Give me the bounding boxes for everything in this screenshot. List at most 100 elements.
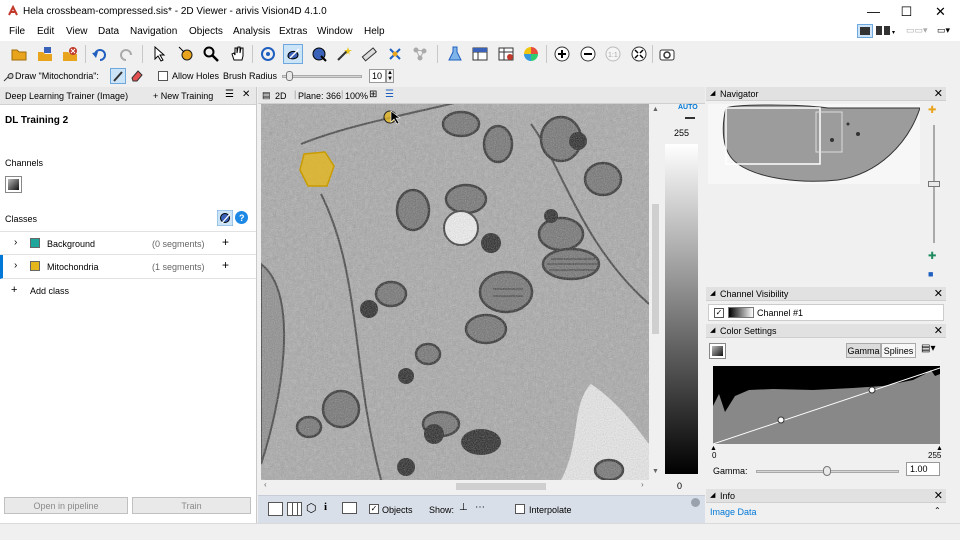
menu-analysis[interactable]: Analysis	[233, 26, 270, 37]
menu-file[interactable]: File	[9, 26, 25, 37]
view-single-icon[interactable]	[268, 502, 283, 516]
expand-chevron-icon[interactable]: ›	[14, 260, 17, 271]
viewer-horizontal-scrollbar[interactable]: ‹ ›	[261, 480, 649, 493]
menu-edit[interactable]: Edit	[37, 26, 54, 37]
brush-radius-input[interactable]: 10	[369, 69, 386, 83]
show-objects-icon[interactable]: ⊥	[459, 502, 468, 513]
right-panel-scrollbar[interactable]	[947, 87, 960, 523]
brush-mode-icon[interactable]	[110, 68, 126, 84]
mitochondria-annotation[interactable]	[299, 151, 335, 187]
class-color-swatch[interactable]	[30, 261, 40, 271]
navigator-zoom-in-icon[interactable]: ✚	[928, 105, 936, 116]
minimize-button[interactable]: —	[857, 0, 890, 23]
menu-objects[interactable]: Objects	[189, 26, 223, 37]
train-button[interactable]: Train	[132, 497, 251, 514]
new-training-button[interactable]: + New Training	[153, 91, 213, 101]
histogram-curve[interactable]	[713, 366, 940, 444]
add-segment-icon[interactable]: +	[222, 258, 229, 272]
auto-contrast-button[interactable]: AUTO	[678, 104, 698, 111]
channel-visibility-close-icon[interactable]: ✕	[934, 287, 943, 300]
em-image-canvas[interactable]	[261, 104, 649, 480]
layout-single-icon[interactable]	[857, 24, 873, 38]
plane-indicator[interactable]: Plane: 366	[298, 91, 341, 101]
layout-split-icon[interactable]: ▾	[876, 25, 898, 37]
view-3d-icon[interactable]: ⬡	[306, 501, 316, 515]
objects-checkbox[interactable]: ✓	[369, 504, 379, 514]
intensity-gradient-bar[interactable]	[665, 144, 698, 474]
zoom-icon[interactable]	[201, 44, 221, 64]
draw-brush-icon[interactable]	[283, 44, 303, 64]
layout-grid-icon[interactable]: ▭▭▾	[906, 25, 928, 37]
viewer-vertical-scrollbar[interactable]: ▲ ▼	[649, 104, 662, 480]
color-settings-close-icon[interactable]: ✕	[934, 324, 943, 337]
channel-visibility-header[interactable]: ◢ Channel Visibility ✕	[706, 287, 946, 301]
channel-row[interactable]: ✓ Channel #1	[708, 304, 944, 321]
magic-wand-icon[interactable]	[334, 44, 354, 64]
menu-window[interactable]: Window	[317, 26, 353, 37]
expand-chevron-icon[interactable]: ›	[14, 237, 17, 248]
info-expand-icon[interactable]: ⌃	[934, 506, 941, 515]
info-close-icon[interactable]: ✕	[934, 489, 943, 502]
color-settings-header[interactable]: ◢ Color Settings ✕	[706, 324, 946, 338]
add-class-label[interactable]: Add class	[30, 286, 69, 296]
channel-thumbnail[interactable]	[5, 176, 22, 193]
navigator-header[interactable]: ◢ Navigator ✕	[706, 87, 946, 101]
collapse-icon[interactable]: ◢	[710, 491, 715, 499]
maximize-button[interactable]: ☐	[890, 0, 923, 23]
panel-close-icon[interactable]: ✕	[242, 89, 250, 100]
contrast-icon[interactable]	[685, 114, 695, 123]
redo-icon[interactable]	[116, 44, 136, 64]
menu-navigation[interactable]: Navigation	[130, 26, 177, 37]
color-settings-menu-icon[interactable]: ▤▾	[921, 343, 935, 354]
class-row-background[interactable]: › Background (0 segments) +	[0, 231, 256, 255]
channel-visibility-checkbox[interactable]: ✓	[714, 308, 724, 318]
pointer-icon[interactable]	[150, 44, 170, 64]
class-color-swatch[interactable]	[30, 238, 40, 248]
menu-help[interactable]: Help	[364, 26, 385, 37]
navigator-zoom-thumb[interactable]	[928, 181, 940, 187]
close-button[interactable]: ✕	[924, 0, 957, 23]
grid-icon[interactable]: ⊞	[369, 89, 377, 100]
network-icon[interactable]	[410, 44, 430, 64]
view-mode-icon[interactable]: ▤	[262, 90, 271, 101]
info-icon[interactable]: i	[324, 501, 327, 513]
brush-radius-spinner[interactable]: ▲ ▼	[386, 69, 394, 83]
zoom-one-to-one-icon[interactable]: 1:1	[603, 44, 623, 64]
zoom-in-icon[interactable]	[552, 44, 572, 64]
menu-view[interactable]: View	[66, 26, 88, 37]
menu-data[interactable]: Data	[98, 26, 119, 37]
collapse-icon[interactable]: ◢	[710, 326, 715, 334]
monitor-icon[interactable]	[342, 502, 357, 514]
screenshot-camera-icon[interactable]	[657, 44, 677, 64]
class-row-mitochondria[interactable]: › Mitochondria (1 segments) +	[0, 255, 256, 279]
collapse-icon[interactable]: ◢	[710, 89, 715, 97]
gamma-input[interactable]: 1.00	[906, 462, 940, 476]
close-document-icon[interactable]	[60, 44, 80, 64]
menu-hamburger-icon[interactable]: ☰	[225, 89, 234, 100]
magic-select-icon[interactable]	[309, 44, 329, 64]
info-header[interactable]: ◢ Info ✕	[706, 489, 946, 503]
navigator-thumbnail[interactable]	[708, 104, 920, 184]
layout-window-icon[interactable]: ▭▾	[937, 25, 959, 37]
undo-icon[interactable]	[90, 44, 110, 64]
rotate-view-icon[interactable]	[258, 44, 278, 64]
brush-radius-track[interactable]	[282, 75, 362, 78]
navigator-close-icon[interactable]: ✕	[934, 87, 943, 100]
splines-tab[interactable]: Splines	[881, 343, 916, 358]
allow-holes-checkbox[interactable]	[158, 71, 168, 81]
eraser-icon[interactable]	[130, 68, 146, 84]
gamma-slider-thumb[interactable]	[823, 466, 831, 476]
interpolate-checkbox[interactable]	[515, 504, 525, 514]
navigator-zoom-out-icon[interactable]: ✚	[928, 251, 936, 262]
navigator-camera-icon[interactable]: ■	[928, 269, 933, 279]
save-icon[interactable]	[35, 44, 55, 64]
pan-hand-icon[interactable]	[228, 44, 248, 64]
open-folder-icon[interactable]	[9, 44, 29, 64]
collapse-icon[interactable]: ◢	[710, 289, 715, 297]
color-channel-thumbnail[interactable]	[709, 343, 726, 359]
brush-radius-slider-thumb[interactable]	[286, 71, 293, 81]
add-class-icon[interactable]: +	[11, 284, 17, 296]
tracking-icon[interactable]	[385, 44, 405, 64]
table-export-icon[interactable]	[470, 44, 490, 64]
filter-icon[interactable]: ☰	[385, 89, 394, 100]
